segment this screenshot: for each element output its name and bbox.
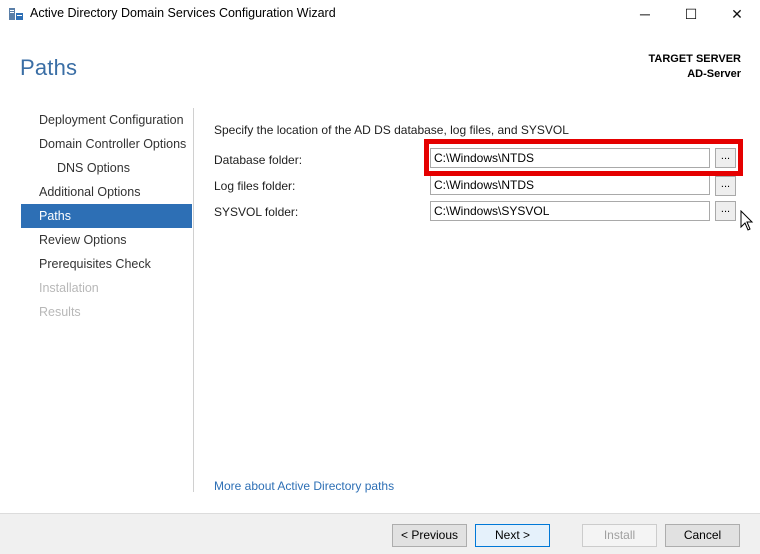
target-server-label: TARGET SERVER [648, 53, 742, 65]
maximize-button[interactable]: ☐ [668, 0, 714, 28]
nav-item-additional-options[interactable]: Additional Options [21, 180, 192, 204]
page-title: Paths [20, 55, 78, 80]
cancel-button[interactable]: Cancel [665, 524, 740, 547]
target-server-value: AD-Server [687, 68, 741, 80]
database-folder-label: Database folder: [214, 153, 303, 167]
nav-item-deployment-configuration[interactable]: Deployment Configuration [21, 108, 192, 132]
nav-item-results: Results [39, 305, 81, 319]
nav-item-installation: Installation [39, 281, 99, 295]
nav-item-paths[interactable]: Paths [21, 204, 192, 228]
log-files-folder-browse-button[interactable]: ... [715, 176, 736, 196]
sysvol-folder-browse-button[interactable]: ... [715, 201, 736, 221]
nav-divider [193, 108, 194, 492]
minimize-button[interactable]: ─ [622, 0, 668, 28]
wizard-nav: Deployment Configuration Domain Controll… [21, 108, 192, 324]
install-button: Install [582, 524, 657, 547]
mouse-pointer-icon [740, 209, 756, 232]
nav-item-prerequisites-check[interactable]: Prerequisites Check [21, 252, 192, 276]
window-title: Active Directory Domain Services Configu… [30, 6, 336, 20]
sysvol-folder-field[interactable]: C:\Windows\SYSVOL [430, 201, 710, 221]
next-button[interactable]: Next > [475, 524, 550, 547]
title-bar: Active Directory Domain Services Configu… [0, 0, 760, 28]
wizard-header: Paths TARGET SERVER AD-Server [0, 28, 760, 98]
sysvol-folder-label: SYSVOL folder: [214, 205, 299, 219]
log-files-folder-label: Log files folder: [214, 179, 296, 193]
more-about-paths-link[interactable]: More about Active Directory paths [214, 479, 394, 493]
intro-text: Specify the location of the AD DS databa… [214, 123, 569, 137]
previous-button[interactable]: < Previous [392, 524, 467, 547]
wizard-footer: < Previous Next > Install Cancel [0, 513, 760, 554]
nav-item-domain-controller-options[interactable]: Domain Controller Options [21, 132, 192, 156]
log-files-folder-field[interactable]: C:\Windows\NTDS [430, 175, 710, 195]
nav-item-dns-options[interactable]: DNS Options [21, 156, 192, 180]
close-button[interactable]: ✕ [714, 0, 760, 28]
highlight-box [424, 139, 743, 176]
server-manager-icon [8, 6, 24, 22]
nav-item-review-options[interactable]: Review Options [21, 228, 192, 252]
